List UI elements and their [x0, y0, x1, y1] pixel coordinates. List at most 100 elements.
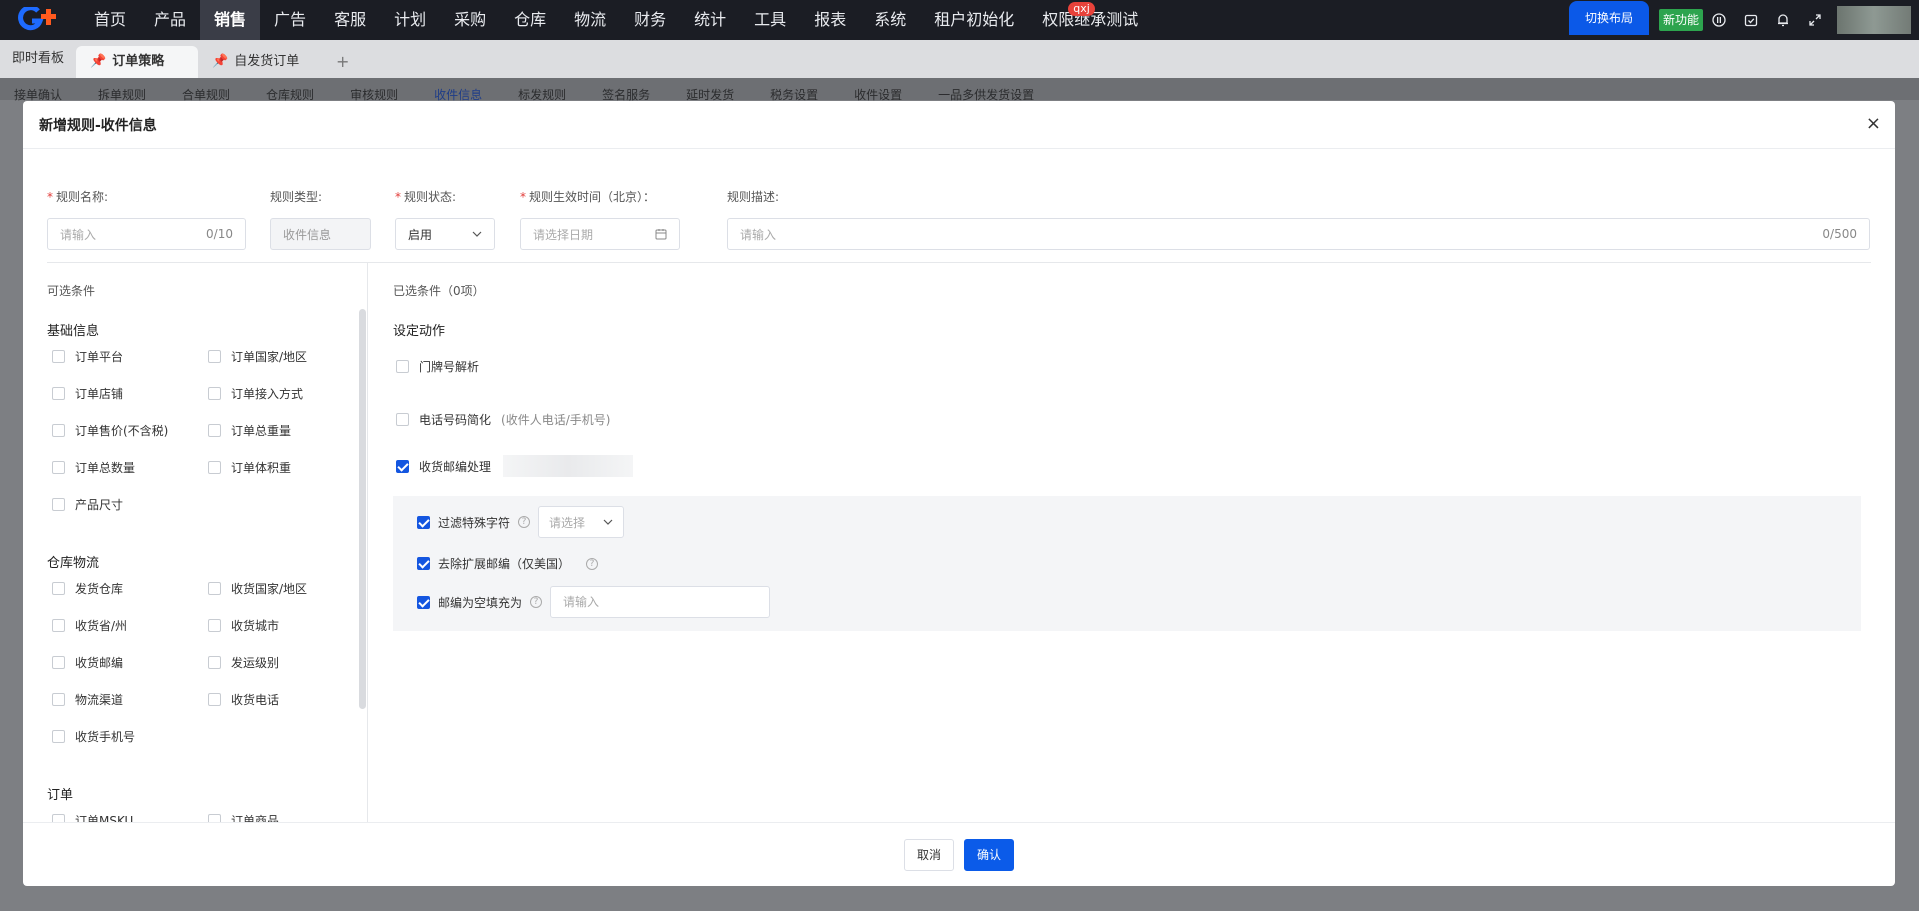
info-icon[interactable] — [1703, 0, 1735, 40]
close-icon[interactable]: × — [1866, 113, 1881, 134]
subtab[interactable]: 收件信息 — [434, 78, 482, 102]
date-picker[interactable]: 请选择日期 — [520, 218, 680, 250]
user-avatar[interactable] — [1837, 6, 1911, 34]
confirm-button[interactable]: 确认 — [964, 838, 1015, 871]
new-feature-badge[interactable]: 新功能 — [1658, 9, 1703, 31]
tab-self-ship-orders[interactable]: 📌 自发货订单 — [198, 46, 320, 78]
rule-name-input[interactable]: 请输入 0/10 — [47, 218, 246, 250]
condition-item[interactable]: 订单总数量 — [52, 459, 135, 476]
condition-item[interactable]: 收货电话 — [208, 691, 279, 708]
checkbox-checked[interactable] — [417, 557, 430, 570]
nav-item[interactable]: 计划 — [380, 0, 440, 40]
app-logo[interactable] — [0, 0, 80, 40]
condition-item[interactable]: 收货手机号 — [52, 728, 135, 745]
bell-icon[interactable] — [1767, 0, 1799, 40]
special-char-select[interactable]: 请选择 — [538, 506, 625, 538]
condition-item[interactable]: 订单店铺 — [52, 385, 123, 402]
nav-item[interactable]: 采购 — [440, 0, 500, 40]
subtab[interactable]: 税务设置 — [770, 78, 818, 102]
sub-remove-extended[interactable]: 去除扩展邮编（仅美国） ? — [417, 555, 599, 572]
help-icon[interactable]: ? — [518, 516, 531, 528]
subtab[interactable]: 标发规则 — [518, 78, 566, 102]
subtab[interactable]: 一品多供发货设置 — [938, 78, 1034, 102]
condition-item[interactable]: 收货城市 — [208, 617, 279, 634]
nav-item[interactable]: 租户初始化 — [920, 0, 1028, 40]
nav-item[interactable]: 产品 — [140, 0, 200, 40]
checkbox[interactable] — [208, 619, 221, 632]
checkbox[interactable] — [52, 461, 65, 474]
subtab[interactable]: 收件设置 — [854, 78, 902, 102]
help-icon[interactable]: ? — [530, 596, 543, 608]
action-door-number[interactable]: 门牌号解析 — [396, 358, 479, 375]
subtab[interactable]: 仓库规则 — [266, 78, 314, 102]
nav-item[interactable]: 统计 — [680, 0, 740, 40]
condition-item[interactable]: 收货省/州 — [52, 617, 127, 634]
condition-item[interactable]: 发货仓库 — [52, 580, 123, 597]
fill-postcode-input[interactable]: 请输入 — [550, 586, 771, 618]
condition-item[interactable]: 发运级别 — [208, 654, 279, 671]
subtab[interactable]: 拆单规则 — [98, 78, 146, 102]
checkbox[interactable] — [52, 619, 65, 632]
checkbox[interactable] — [52, 582, 65, 595]
checkbox[interactable] — [52, 424, 65, 437]
checkbox[interactable] — [208, 387, 221, 400]
action-phone-simplify[interactable]: 电话号码简化 (收件人电话/手机号) — [396, 411, 610, 428]
checkbox[interactable] — [52, 730, 65, 743]
condition-item[interactable]: 订单接入方式 — [208, 385, 303, 402]
checkbox[interactable] — [208, 424, 221, 437]
checkbox[interactable] — [52, 656, 65, 669]
nav-item[interactable]: 物流 — [560, 0, 620, 40]
action-postcode-process[interactable]: 收货邮编处理 — [396, 455, 634, 477]
condition-item[interactable]: 收货国家/地区 — [208, 580, 307, 597]
condition-item[interactable]: 订单售价(不含税) — [52, 422, 168, 439]
subtab[interactable]: 合单规则 — [182, 78, 230, 102]
checkbox[interactable] — [208, 656, 221, 669]
rule-status-select[interactable]: 启用 — [395, 218, 495, 250]
checkbox[interactable] — [396, 360, 409, 373]
nav-item[interactable]: 广告 — [260, 0, 320, 40]
condition-item[interactable]: 订单总重量 — [208, 422, 291, 439]
checkbox[interactable] — [52, 350, 65, 363]
check-calendar-icon[interactable] — [1735, 0, 1767, 40]
sub-fill-empty[interactable]: 邮编为空填充为 ? 请输入 — [417, 586, 771, 618]
checkbox[interactable] — [52, 387, 65, 400]
checkbox[interactable] — [208, 693, 221, 706]
condition-item[interactable]: 订单体积重 — [208, 459, 291, 476]
nav-item[interactable]: 仓库 — [500, 0, 560, 40]
nav-item[interactable]: 系统 — [860, 0, 920, 40]
expand-icon[interactable] — [1799, 0, 1831, 40]
condition-item[interactable]: 订单平台 — [52, 348, 123, 365]
checkbox[interactable] — [52, 498, 65, 511]
add-tab-button[interactable]: + — [320, 46, 365, 78]
cancel-button[interactable]: 取消 — [903, 838, 954, 871]
subtab[interactable]: 审核规则 — [350, 78, 398, 102]
pin-icon[interactable]: 📌 — [90, 46, 106, 78]
condition-item[interactable]: 产品尺寸 — [52, 496, 123, 513]
checkbox[interactable] — [396, 413, 409, 426]
condition-item[interactable]: 收货邮编 — [52, 654, 123, 671]
rule-desc-input[interactable]: 请输入 0/500 — [727, 218, 1870, 250]
nav-item[interactable]: 工具 — [740, 0, 800, 40]
checkbox-checked[interactable] — [417, 595, 430, 609]
checkbox-checked[interactable] — [417, 515, 430, 529]
condition-item[interactable]: 物流渠道 — [52, 691, 123, 708]
checkbox[interactable] — [208, 582, 221, 595]
nav-item[interactable]: 客服 — [320, 0, 380, 40]
tab-order-strategy[interactable]: 📌 订单策略 — [76, 46, 199, 78]
nav-item[interactable]: 财务 — [620, 0, 680, 40]
subtab[interactable]: 延时发货 — [686, 78, 734, 102]
help-icon[interactable]: ? — [586, 557, 599, 570]
subtab[interactable]: 签名服务 — [602, 78, 650, 102]
condition-item[interactable]: 订单国家/地区 — [208, 348, 307, 365]
checkbox[interactable] — [208, 350, 221, 363]
subtab[interactable]: 接单确认 — [14, 78, 62, 102]
panel-scrollbar[interactable] — [359, 309, 366, 709]
sub-filter-special[interactable]: 过滤特殊字符 ? 请选择 — [417, 506, 625, 538]
checkbox[interactable] — [208, 461, 221, 474]
nav-item[interactable]: 报表 — [800, 0, 860, 40]
switch-layout-button[interactable]: 切换布局 — [1568, 1, 1649, 35]
nav-item[interactable]: 首页 — [80, 0, 140, 40]
checkbox-checked[interactable] — [396, 459, 409, 473]
pin-icon[interactable]: 📌 — [212, 46, 228, 78]
tab-dashboard[interactable]: 即时看板 — [0, 40, 76, 78]
